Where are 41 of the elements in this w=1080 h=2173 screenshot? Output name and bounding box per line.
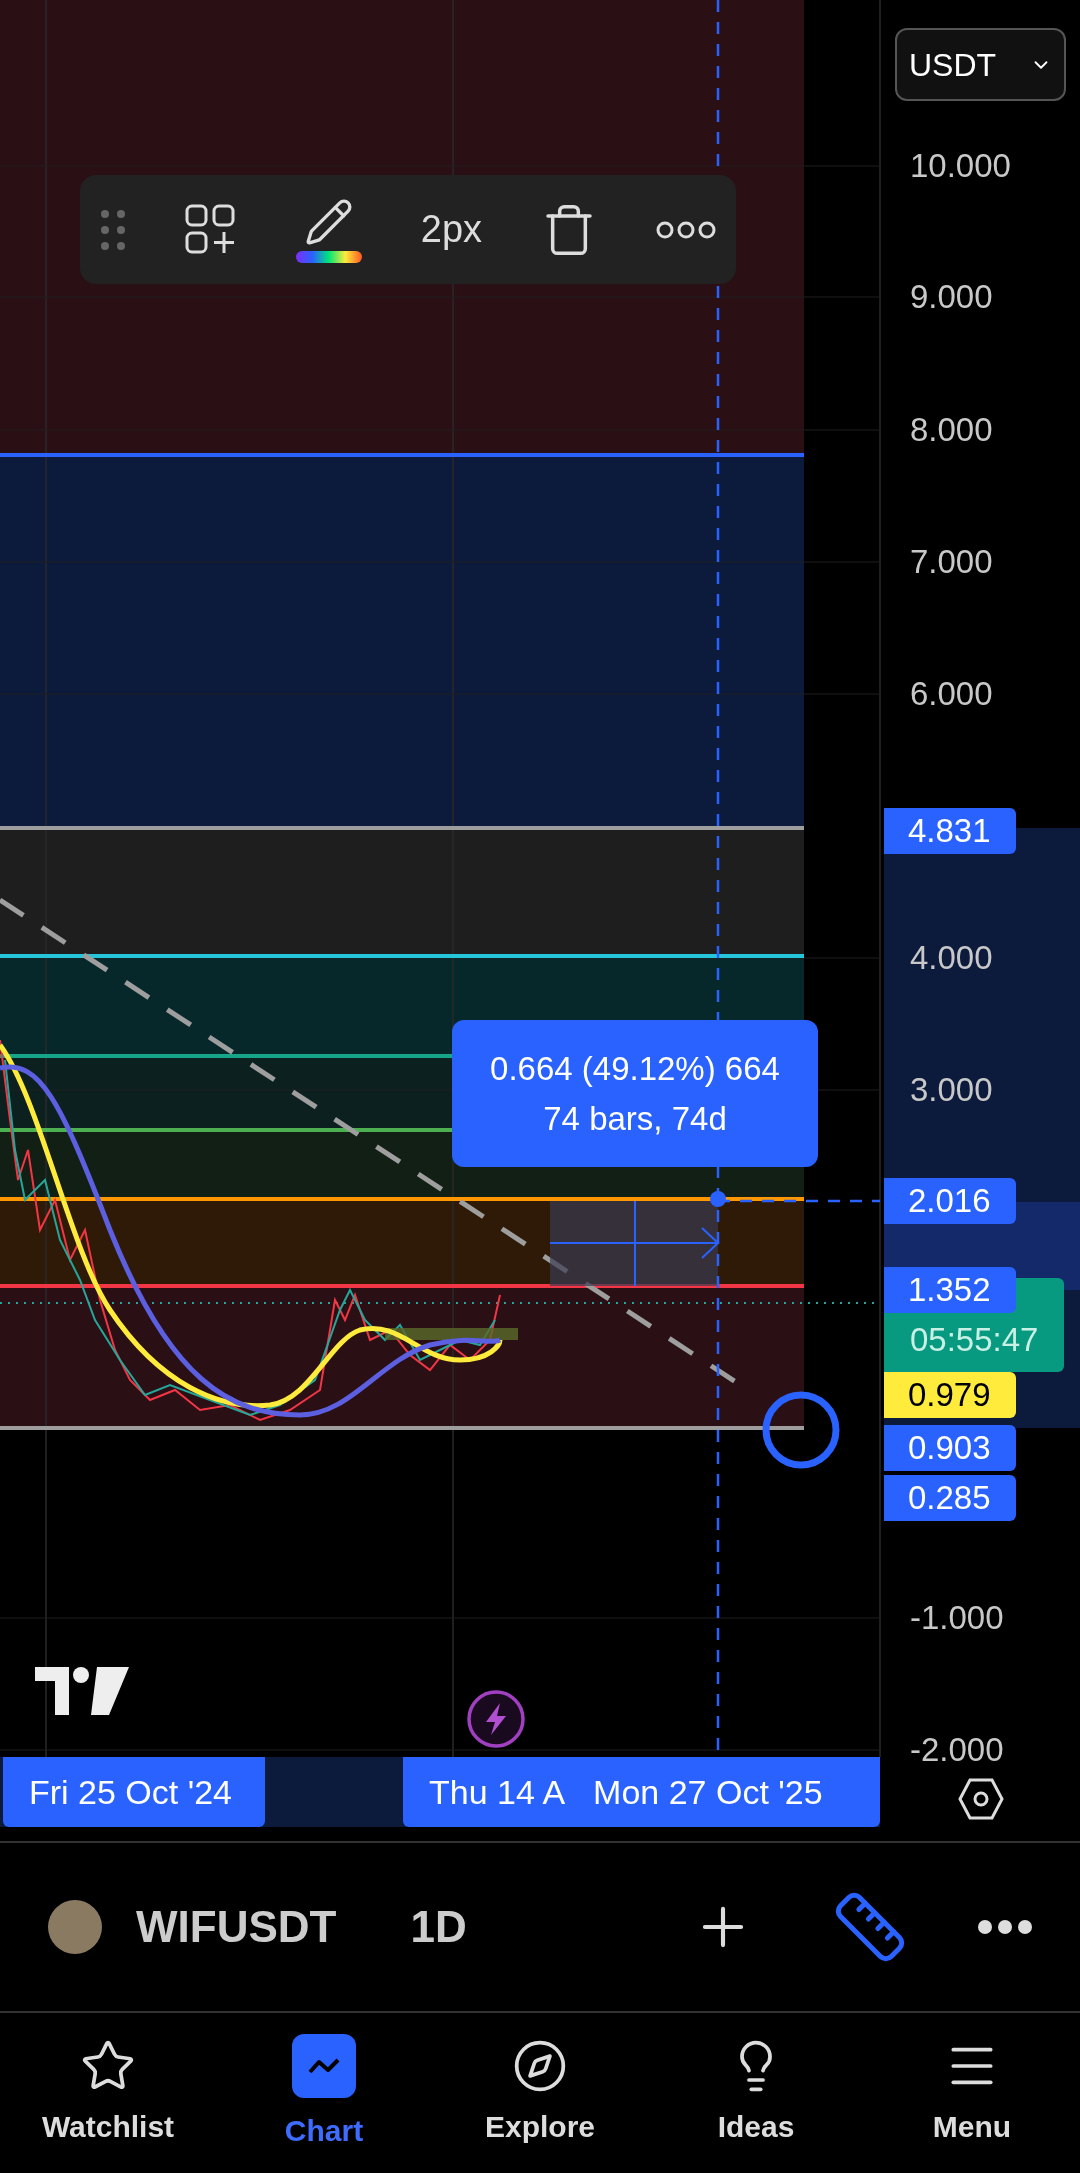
measure-text: 0.664 (49.12%) 664 (490, 1048, 780, 1089)
price-label: 4.831 (884, 808, 1016, 854)
drawing-handle[interactable] (762, 1391, 840, 1469)
price-tick: 4.000 (910, 938, 993, 978)
price-label: 2.016 (884, 1178, 1016, 1224)
symbol-button[interactable]: WIFUSDT (136, 1894, 337, 1960)
price-tick: 9.000 (910, 277, 993, 317)
time-text: Fri 25 Oct '24 (29, 1771, 232, 1813)
line-width-button[interactable]: 2px (420, 201, 483, 258)
price-label: 0.903 (884, 1425, 1016, 1471)
lightning-icon[interactable] (466, 1689, 526, 1749)
price-tick: 10.000 (910, 146, 1011, 186)
chart-icon (292, 2033, 356, 2098)
currency-select[interactable]: USDT (895, 28, 1066, 101)
color-swatch (295, 250, 362, 263)
price-label: 0.979 (884, 1372, 1016, 1418)
price-tick: 3.000 (910, 1070, 993, 1110)
handle-dot[interactable] (710, 1191, 726, 1207)
settings-icon[interactable] (958, 1776, 1004, 1822)
nav-tab[interactable]: Chart (216, 2033, 432, 2153)
interval-button[interactable]: 1D (410, 1894, 467, 1960)
logo-icon (35, 1667, 129, 1715)
add-grid-icon[interactable] (184, 203, 237, 256)
measure-text: 74 bars, 74d (543, 1098, 727, 1139)
nav-tab[interactable]: Watchlist (0, 2037, 216, 2149)
time-text: Mon 27 Oct '25 (593, 1771, 823, 1813)
more-icon[interactable] (978, 1920, 1032, 1934)
price-tick: 6.000 (910, 674, 993, 714)
avatar (48, 1900, 102, 1954)
price-label: 0.285 (884, 1475, 1016, 1521)
nav-tab[interactable]: Menu (864, 2037, 1080, 2149)
price-tick: 8.000 (910, 410, 993, 450)
nav-tab[interactable]: Explore (432, 2037, 648, 2149)
more-icon[interactable] (655, 220, 716, 239)
price-tick: -2.000 (910, 1730, 1004, 1770)
time-text: Thu 14 A (429, 1771, 566, 1813)
price-tick: -1.000 (910, 1598, 1004, 1638)
price-tick: 7.000 (910, 542, 993, 582)
drag-handle-icon[interactable] (100, 207, 126, 252)
price-label: 1.352 (884, 1267, 1016, 1313)
nav-tab[interactable]: Ideas (648, 2037, 864, 2149)
